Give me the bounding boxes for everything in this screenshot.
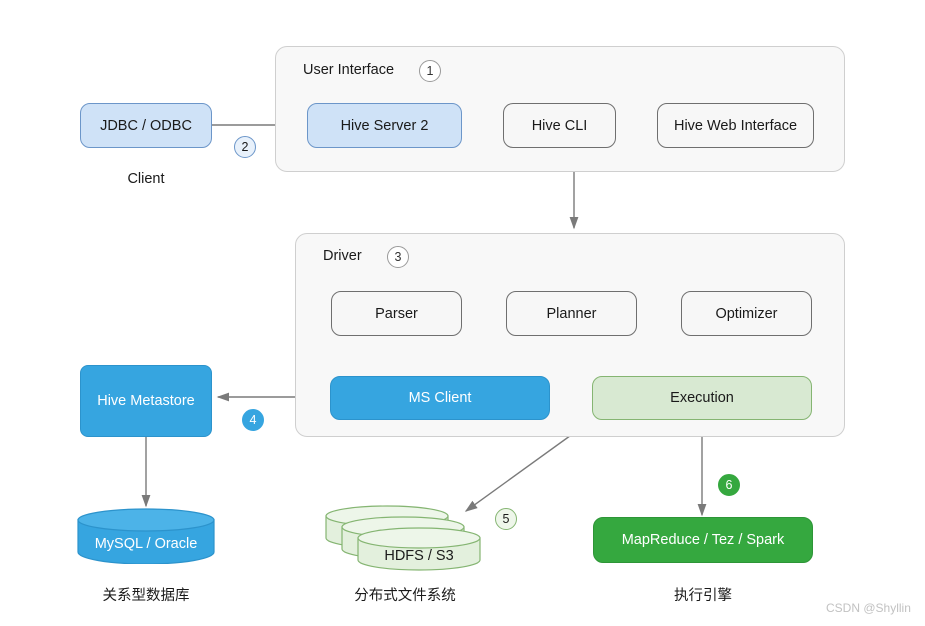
node-hive-server-2[interactable]: Hive Server 2 <box>307 103 462 148</box>
node-ms-client[interactable]: MS Client <box>330 376 550 420</box>
caption-execution-engine: 执行引擎 <box>674 588 732 604</box>
node-hive-metastore[interactable]: Hive Metastore <box>80 365 212 437</box>
caption-distributed-filesystem: 分布式文件系统 <box>354 588 456 604</box>
node-hive-web-interface[interactable]: Hive Web Interface <box>657 103 814 148</box>
node-optimizer[interactable]: Optimizer <box>681 291 812 336</box>
panel-driver-title: Driver <box>323 248 362 264</box>
node-execution-engine[interactable]: MapReduce / Tez / Spark <box>593 517 813 563</box>
caption-client: Client <box>127 171 165 187</box>
node-planner[interactable]: Planner <box>506 291 637 336</box>
badge-step-4: 4 <box>242 409 264 431</box>
node-execution[interactable]: Execution <box>592 376 812 420</box>
cylinder-distributed-filesystem[interactable]: HDFS / S3 <box>322 505 492 573</box>
node-jdbc-odbc[interactable]: JDBC / ODBC <box>80 103 212 148</box>
badge-step-5: 5 <box>495 508 517 530</box>
badge-step-3: 3 <box>387 246 409 268</box>
watermark-text: CSDN @Shyllin <box>826 601 911 615</box>
badge-step-1: 1 <box>419 60 441 82</box>
badge-step-6: 6 <box>718 474 740 496</box>
cylinder-distributed-filesystem-label: HDFS / S3 <box>384 548 454 564</box>
caption-relational-database: 关系型数据库 <box>102 588 190 604</box>
cylinder-relational-database[interactable]: MySQL / Oracle <box>76 508 216 565</box>
node-parser[interactable]: Parser <box>331 291 462 336</box>
panel-user-interface-title: User Interface <box>303 62 395 78</box>
cylinder-relational-database-label: MySQL / Oracle <box>94 536 198 552</box>
diagram-canvas: User Interface 1 Hive Server 2 Hive CLI … <box>0 0 925 626</box>
badge-step-2: 2 <box>234 136 256 158</box>
node-hive-cli[interactable]: Hive CLI <box>503 103 616 148</box>
